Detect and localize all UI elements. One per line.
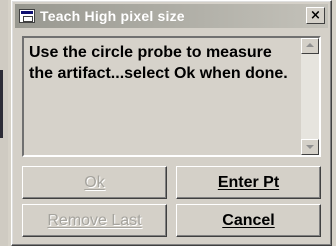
scroll-down-button[interactable] [301,139,319,155]
enter-pt-button[interactable]: Enter Pt [176,166,321,199]
dialog-title: Teach High pixel size [40,8,185,24]
ok-button[interactable]: Ok [22,166,167,199]
message-scrollbar[interactable] [301,38,319,155]
title-bar[interactable]: Teach High pixel size × [15,4,328,28]
scroll-down-arrow-icon [306,145,314,149]
background-window-edge [0,0,8,246]
close-icon: × [310,8,321,23]
ok-button-label: Ok [84,173,105,191]
scroll-up-arrow-icon [306,43,314,47]
remove-last-button-label: Remove Last [47,211,142,229]
teach-dialog: Teach High pixel size × Use the circle p… [11,0,332,246]
message-box[interactable]: Use the circle probe to measure the arti… [22,36,321,157]
cancel-button-label: Cancel [222,211,275,229]
window-app-icon[interactable] [19,9,35,23]
cancel-button[interactable]: Cancel [176,204,321,237]
scroll-up-button[interactable] [301,38,319,54]
remove-last-button[interactable]: Remove Last [22,204,167,237]
message-text: Use the circle probe to measure the arti… [29,44,288,82]
background-window-fragment [0,70,3,138]
enter-pt-button-label: Enter Pt [217,173,280,191]
close-button[interactable]: × [306,7,325,24]
